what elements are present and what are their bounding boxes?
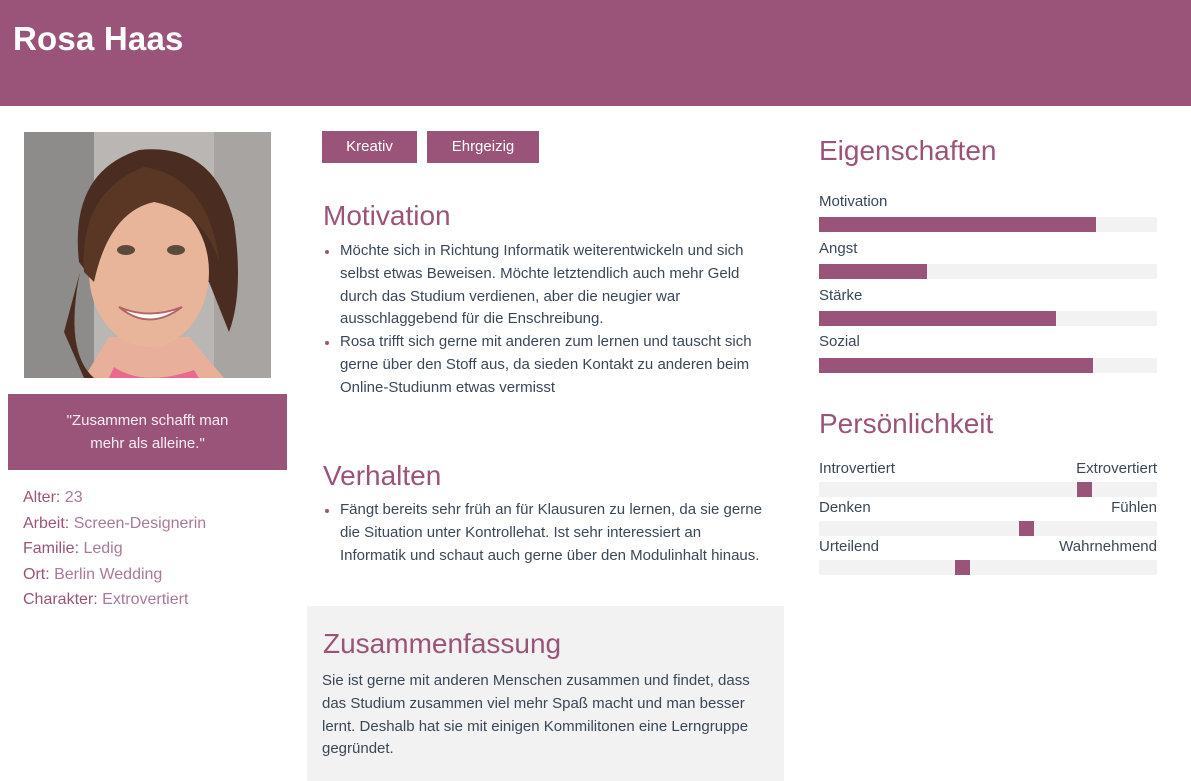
bar-label-sozial: Sozial xyxy=(819,333,860,350)
bar-track-sozial xyxy=(819,358,1157,373)
fact-familie: Familie: Ledig xyxy=(23,540,123,557)
persona-quote: "Zusammen schafft man mehr als alleine." xyxy=(8,394,287,470)
bar-fill-staerke xyxy=(819,311,1056,326)
scale-marker xyxy=(955,560,970,575)
scale-label-left: Introvertiert xyxy=(819,460,895,477)
bar-track-angst xyxy=(819,264,1157,279)
scale-track-denken-fuehlen xyxy=(819,521,1157,536)
scale-label-left: Denken xyxy=(819,499,871,516)
eigenschaften-heading: Eigenschaften xyxy=(819,135,997,166)
scale-label-right: Extrovertiert xyxy=(1076,460,1157,477)
persoenlichkeit-heading: Persönlichkeit xyxy=(819,408,994,439)
scale-marker xyxy=(1077,482,1092,497)
motivation-list: Möchte sich in Richtung Informatik weite… xyxy=(323,240,771,400)
bar-label-staerke: Stärke xyxy=(819,287,863,304)
bar-fill-sozial xyxy=(819,358,1093,373)
scale-label-right: Fühlen xyxy=(1111,499,1157,516)
bar-fill-angst xyxy=(819,264,928,279)
scale-label-right: Wahrnehmend xyxy=(1059,538,1157,555)
summary-text: Sie ist gerne mit anderen Menschen zusam… xyxy=(322,672,750,758)
bar-label-angst: Angst xyxy=(819,240,858,257)
bar-label-motivation: Motivation xyxy=(819,193,888,210)
motivation-heading: Motivation xyxy=(323,200,451,231)
header-banner: Rosa Haas xyxy=(0,0,1191,106)
tag-ehrgeizig: Ehrgeizig xyxy=(427,131,539,163)
fact-arbeit: Arbeit: Screen-Designerin xyxy=(23,514,207,532)
scale-label-left: Urteilend xyxy=(819,538,880,555)
bar-track-motivation xyxy=(819,217,1157,232)
summary-heading: Zusammenfassung xyxy=(323,628,562,659)
scale-track-introvertiert-extrovertiert xyxy=(819,482,1157,497)
bar-fill-motivation xyxy=(819,217,1097,232)
verhalten-heading: Verhalten xyxy=(323,460,442,491)
list-item: Rosa trifft sich gerne mit anderen zum l… xyxy=(323,331,771,399)
fact-ort: Ort: Berlin Wedding xyxy=(23,565,163,583)
summary-box: Zusammenfassung Sie ist gerne mit andere… xyxy=(307,606,784,781)
tag-kreativ: Kreativ xyxy=(322,131,417,163)
bar-track-staerke xyxy=(819,311,1157,326)
persona-facts: Alter: 23 Arbeit: Screen-Designerin Fami… xyxy=(23,485,283,613)
scale-marker xyxy=(1019,521,1034,536)
fact-alter: Alter: 23 xyxy=(23,489,83,506)
persona-name: Rosa Haas xyxy=(13,20,184,57)
list-item: Fängt bereits sehr früh an für Klausuren… xyxy=(323,499,771,567)
list-item: Möchte sich in Richtung Informatik weite… xyxy=(323,240,771,331)
fact-charakter: Charakter: Extrovertiert xyxy=(23,591,189,608)
portrait-photo xyxy=(24,132,271,378)
verhalten-list: Fängt bereits sehr früh an für Klausuren… xyxy=(323,499,771,567)
scale-track-urteilend-wahrnehmend xyxy=(819,560,1157,575)
